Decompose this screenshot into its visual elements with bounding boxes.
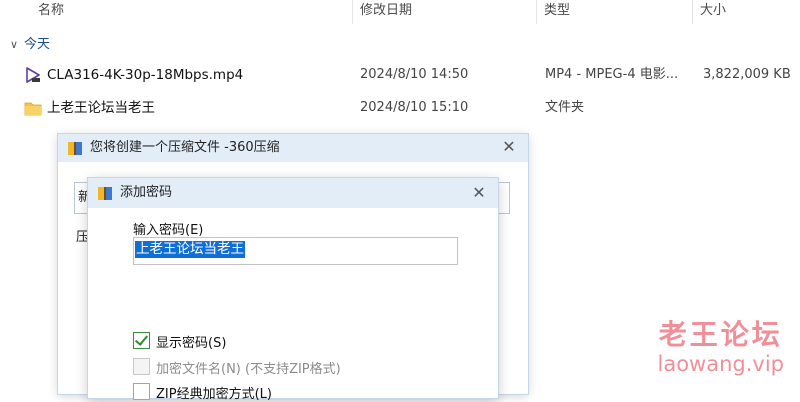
file-name: 上老王论坛当老王 bbox=[47, 100, 155, 116]
show-password-checkbox[interactable] bbox=[133, 332, 150, 349]
add-password-dialog: 添加密码 ✕ 输入密码(E) 上老王论坛当老王 显示密码(S) 加密文件名(N)… bbox=[88, 178, 498, 402]
password-label: 输入密码(E) bbox=[133, 223, 204, 238]
file-row[interactable]: 上老王论坛当老王 2024/8/10 15:10 文件夹 bbox=[0, 93, 800, 123]
column-header-size[interactable]: 大小 bbox=[700, 0, 726, 24]
column-divider[interactable] bbox=[352, 0, 353, 24]
file-type: 文件夹 bbox=[545, 100, 585, 115]
zip-classic-encryption-checkbox[interactable] bbox=[133, 383, 150, 400]
watermark: 老王论坛 laowang.vip bbox=[657, 318, 784, 376]
password-dialog-titlebar[interactable]: 添加密码 ✕ bbox=[88, 178, 498, 208]
encrypt-filenames-checkbox[interactable] bbox=[133, 358, 150, 375]
archive-icon bbox=[98, 187, 112, 200]
file-type: MP4 - MPEG-4 电影... bbox=[545, 67, 679, 82]
column-divider[interactable] bbox=[536, 0, 537, 24]
compress-dialog-titlebar[interactable]: 您将创建一个压缩文件 -360压缩 ✕ bbox=[58, 134, 528, 162]
encrypt-filenames-label: 加密文件名(N) (不支持ZIP格式) bbox=[156, 362, 341, 377]
video-file-icon bbox=[26, 67, 40, 83]
column-header-modified[interactable]: 修改日期 bbox=[360, 0, 412, 24]
chevron-down-icon: ∨ bbox=[10, 38, 19, 51]
watermark-url: laowang.vip bbox=[657, 352, 784, 376]
zip-classic-encryption-label[interactable]: ZIP经典加密方式(L) bbox=[156, 383, 272, 402]
show-password-label[interactable]: 显示密码(S) bbox=[156, 332, 226, 351]
folder-icon bbox=[24, 102, 42, 116]
watermark-title: 老王论坛 bbox=[658, 318, 783, 351]
archive-name-field-edge bbox=[499, 182, 510, 214]
file-size: 3,822,009 KB bbox=[703, 67, 791, 82]
password-selected-text: 上老王论坛当老王 bbox=[135, 241, 245, 258]
close-icon[interactable]: ✕ bbox=[500, 138, 518, 156]
column-header-name[interactable]: 名称 bbox=[38, 0, 64, 24]
column-divider[interactable] bbox=[692, 0, 693, 24]
file-modified: 2024/8/10 15:10 bbox=[360, 100, 469, 115]
column-header-type[interactable]: 类型 bbox=[544, 0, 570, 24]
compress-dialog-title: 您将创建一个压缩文件 -360压缩 bbox=[90, 140, 280, 155]
group-header-today[interactable]: ∨ 今天 bbox=[10, 34, 50, 56]
file-row[interactable]: CLA316-4K-30p-18Mbps.mp4 2024/8/10 14:50… bbox=[0, 60, 800, 90]
password-dialog-title: 添加密码 bbox=[120, 185, 173, 200]
password-input[interactable]: 上老王论坛当老王 bbox=[133, 237, 458, 265]
column-header-bar: 名称 修改日期 类型 大小 bbox=[0, 0, 800, 26]
archive-icon bbox=[68, 142, 82, 155]
file-modified: 2024/8/10 14:50 bbox=[360, 67, 469, 82]
group-label: 今天 bbox=[24, 37, 51, 52]
file-name: CLA316-4K-30p-18Mbps.mp4 bbox=[47, 67, 244, 83]
close-icon[interactable]: ✕ bbox=[470, 184, 488, 202]
